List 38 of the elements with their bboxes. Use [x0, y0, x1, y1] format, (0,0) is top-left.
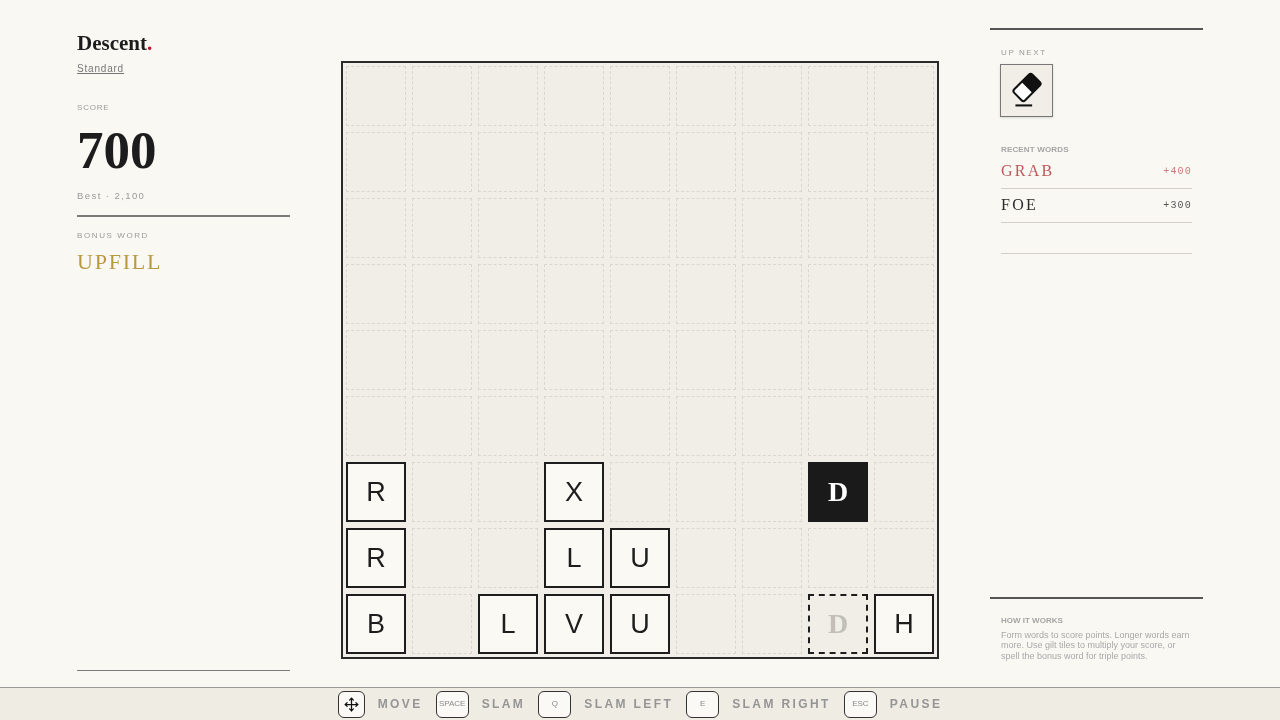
- letter-tile: H: [874, 594, 934, 654]
- control-label: SLAM RIGHT: [732, 696, 831, 713]
- word-points: +300: [1163, 198, 1192, 213]
- score-value: 700: [77, 124, 157, 177]
- letter-tile: L: [478, 594, 538, 654]
- letter-tile: X: [544, 462, 604, 522]
- how-it-works-text: Form words to score points. Longer words earn more. Use gilt tiles to multiply your score, or spell the bonus word for triple points.: [1001, 629, 1191, 661]
- recent-words-label: RECENT WORDS: [1001, 144, 1069, 155]
- letter-tile: U: [610, 594, 670, 654]
- score-label: SCORE: [77, 103, 110, 113]
- title-dot: .: [147, 31, 153, 55]
- best-score: Best · 2,100: [77, 190, 146, 202]
- letter-tile: B: [346, 594, 406, 654]
- bonus-word: UPFILL: [77, 248, 163, 275]
- control-label: MOVE: [377, 696, 423, 713]
- keycap: ESC: [843, 690, 877, 718]
- up-next-label: UP NEXT: [1001, 47, 1047, 58]
- recent-word: GRAB: [1001, 161, 1055, 181]
- letter-tile: R: [346, 528, 406, 588]
- keycap: SPACE: [435, 690, 469, 718]
- letter-tile: V: [544, 594, 604, 654]
- move-icon: [337, 690, 365, 718]
- mode-link[interactable]: Standard: [77, 63, 124, 75]
- falling-tile: D: [808, 462, 868, 522]
- keycap: Q: [538, 690, 572, 718]
- eraser-icon: [1010, 72, 1043, 108]
- how-it-works-label: HOW IT WORKS: [1001, 615, 1063, 626]
- control-label: PAUSE: [889, 696, 943, 713]
- keycap: E: [686, 690, 720, 718]
- letter-tile: U: [610, 528, 670, 588]
- control-label: SLAM: [481, 696, 526, 713]
- app-title: Descent: [77, 31, 147, 55]
- control-label: SLAM LEFT: [584, 696, 674, 713]
- recent-word: FOE: [1001, 195, 1038, 215]
- letter-tile: L: [544, 528, 604, 588]
- bonus-label: BONUS WORD: [77, 230, 149, 241]
- word-points: +400: [1163, 164, 1192, 179]
- letter-tile: R: [346, 462, 406, 522]
